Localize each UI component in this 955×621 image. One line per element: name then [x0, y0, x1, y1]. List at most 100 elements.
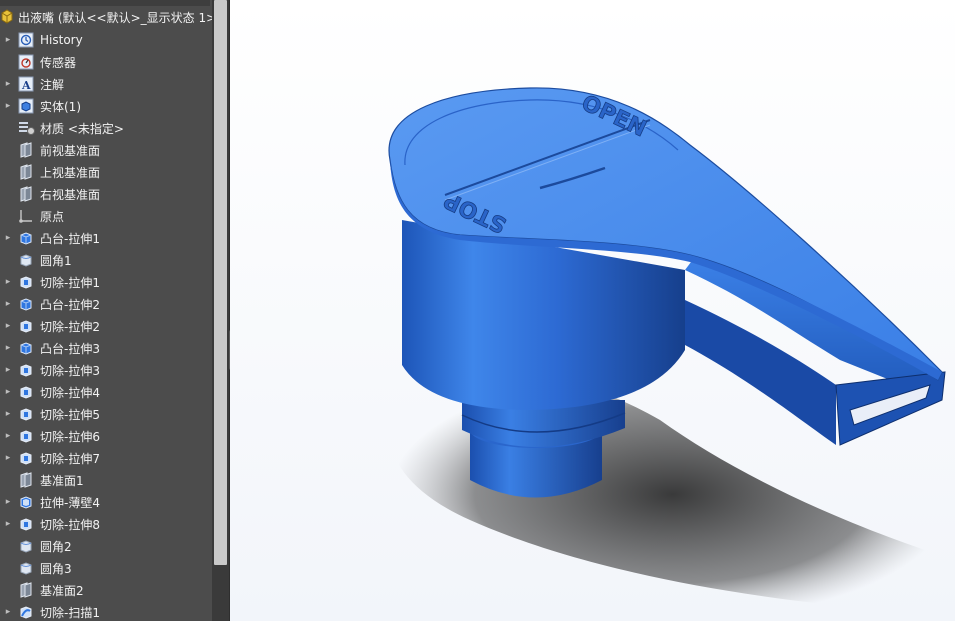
tree-item-label: 材质 <未指定>: [40, 121, 124, 136]
cut-extrude-icon: [18, 450, 36, 466]
cut-sweep-icon: [18, 604, 36, 620]
annotation-icon: A: [18, 76, 36, 92]
cut-extrude-icon: [18, 516, 36, 532]
expand-arrow-icon[interactable]: ▸: [2, 497, 14, 507]
tree-item[interactable]: ▸ 凸台-拉伸2: [0, 293, 212, 315]
boss-extrude-icon: [18, 340, 36, 356]
tree-item-label: 上视基准面: [40, 165, 101, 180]
expand-arrow-icon[interactable]: ▸: [2, 365, 14, 375]
cut-extrude-icon: [18, 384, 36, 400]
tree-item-label: 右视基准面: [40, 187, 101, 202]
tree-item[interactable]: 基准面2: [0, 579, 212, 601]
tree-item-label: 切除-拉伸4: [40, 385, 100, 400]
tree-item-label: 切除-拉伸6: [40, 429, 100, 444]
tree-item[interactable]: ▸ 切除-扫描1: [0, 601, 212, 621]
plane-icon: [18, 142, 36, 158]
tree-item[interactable]: ▸ A 注解: [0, 73, 212, 95]
tree-item[interactable]: ▸ 切除-拉伸7: [0, 447, 212, 469]
tree-item[interactable]: 上视基准面: [0, 161, 212, 183]
expand-arrow-icon[interactable]: ▸: [2, 321, 14, 331]
tree-item[interactable]: ▸ 切除-拉伸1: [0, 271, 212, 293]
tree-item-label: 切除-拉伸2: [40, 319, 100, 334]
tree-item-label: 切除-拉伸8: [40, 517, 100, 532]
plane-icon: [18, 186, 36, 202]
tree-item-label: 拉伸-薄壁4: [40, 495, 100, 510]
tree-item[interactable]: ▸ 切除-拉伸2: [0, 315, 212, 337]
tree-item[interactable]: 圆角2: [0, 535, 212, 557]
expand-arrow-icon[interactable]: ▸: [2, 79, 14, 89]
tree-item[interactable]: ▸ 切除-拉伸5: [0, 403, 212, 425]
tree-item[interactable]: ▸ 切除-拉伸6: [0, 425, 212, 447]
tree-item[interactable]: ▸ 切除-拉伸3: [0, 359, 212, 381]
tree-item-label: 切除-拉伸7: [40, 451, 100, 466]
tree-item-label: 注解: [40, 77, 65, 92]
tree-item[interactable]: 传感器: [0, 51, 212, 73]
tree-item-label: 实体(1): [40, 99, 81, 114]
plane-icon: [18, 582, 36, 598]
expand-arrow-icon[interactable]: ▸: [2, 387, 14, 397]
fillet-icon: [18, 538, 36, 554]
tree-item-label: 切除-拉伸1: [40, 275, 100, 290]
expand-arrow-icon[interactable]: ▸: [2, 343, 14, 353]
tree-item[interactable]: ▸ 拉伸-薄壁4: [0, 491, 212, 513]
origin-icon: [18, 208, 36, 224]
tree-item[interactable]: ▸ History: [0, 29, 212, 51]
svg-text:A: A: [21, 79, 31, 92]
expand-arrow-icon[interactable]: ▸: [2, 409, 14, 419]
tree-item-label: 原点: [40, 209, 65, 224]
tree-item-label: 圆角3: [40, 561, 72, 576]
tree-item[interactable]: 圆角3: [0, 557, 212, 579]
tree-item[interactable]: ▸ 切除-拉伸4: [0, 381, 212, 403]
expand-arrow-icon[interactable]: ▸: [2, 101, 14, 111]
expand-arrow-icon[interactable]: ▸: [2, 299, 14, 309]
part-icon: [0, 9, 14, 25]
boss-extrude-icon: [18, 230, 36, 246]
expand-arrow-icon[interactable]: ▸: [2, 233, 14, 243]
expand-arrow-icon[interactable]: ▸: [2, 35, 14, 45]
tree-item[interactable]: ▸ 切除-拉伸8: [0, 513, 212, 535]
tree-item-label: 传感器: [40, 55, 77, 70]
tree-root-label: 出液嘴 (默认<<默认>_显示状态 1>: [18, 10, 217, 25]
tree-item-label: 切除-拉伸3: [40, 363, 100, 378]
cut-extrude-icon: [18, 274, 36, 290]
tree-item-label: 基准面1: [40, 473, 84, 488]
tree-item-label: 凸台-拉伸2: [40, 297, 100, 312]
tree-item-label: History: [40, 33, 83, 47]
history-icon: [18, 32, 36, 48]
tree-item-label: 切除-拉伸5: [40, 407, 100, 422]
expand-arrow-icon[interactable]: ▸: [2, 453, 14, 463]
material-icon: [18, 120, 36, 136]
graphics-viewport[interactable]: OPEN STOP: [230, 0, 955, 621]
thin-extrude-icon: [18, 494, 36, 510]
tree-item[interactable]: 基准面1: [0, 469, 212, 491]
tree-item-label: 圆角1: [40, 253, 72, 268]
tree-item[interactable]: 前视基准面: [0, 139, 212, 161]
tree-item[interactable]: ▸ 凸台-拉伸3: [0, 337, 212, 359]
expand-arrow-icon[interactable]: ▸: [2, 277, 14, 287]
cut-extrude-icon: [18, 318, 36, 334]
tree-item[interactable]: ▸ 实体(1): [0, 95, 212, 117]
tree-item[interactable]: 圆角1: [0, 249, 212, 271]
boss-extrude-icon: [18, 296, 36, 312]
tree-root-part[interactable]: 出液嘴 (默认<<默认>_显示状态 1>: [0, 6, 216, 28]
tree-item[interactable]: 材质 <未指定>: [0, 117, 212, 139]
cut-extrude-icon: [18, 362, 36, 378]
plane-icon: [18, 164, 36, 180]
feature-manager-tree: 出液嘴 (默认<<默认>_显示状态 1> ▸ History 传感器 ▸ A 注解 ▸ 实体(…: [0, 0, 230, 621]
expand-arrow-icon[interactable]: ▸: [2, 431, 14, 441]
solid-bodies-icon: [18, 98, 36, 114]
cut-extrude-icon: [18, 428, 36, 444]
expand-arrow-icon[interactable]: ▸: [2, 607, 14, 617]
tree-item[interactable]: 原点: [0, 205, 212, 227]
tree-item[interactable]: ▸ 凸台-拉伸1: [0, 227, 212, 249]
tree-item[interactable]: 右视基准面: [0, 183, 212, 205]
tree-item-label: 基准面2: [40, 583, 84, 598]
tree-item-label: 凸台-拉伸1: [40, 231, 100, 246]
fillet-icon: [18, 560, 36, 576]
fillet-icon: [18, 252, 36, 268]
expand-arrow-icon[interactable]: ▸: [2, 519, 14, 529]
tree-item-label: 前视基准面: [40, 143, 101, 158]
cut-extrude-icon: [18, 406, 36, 422]
model-3d-render: OPEN STOP: [388, 87, 955, 621]
tree-scrollbar-thumb[interactable]: [214, 0, 227, 565]
